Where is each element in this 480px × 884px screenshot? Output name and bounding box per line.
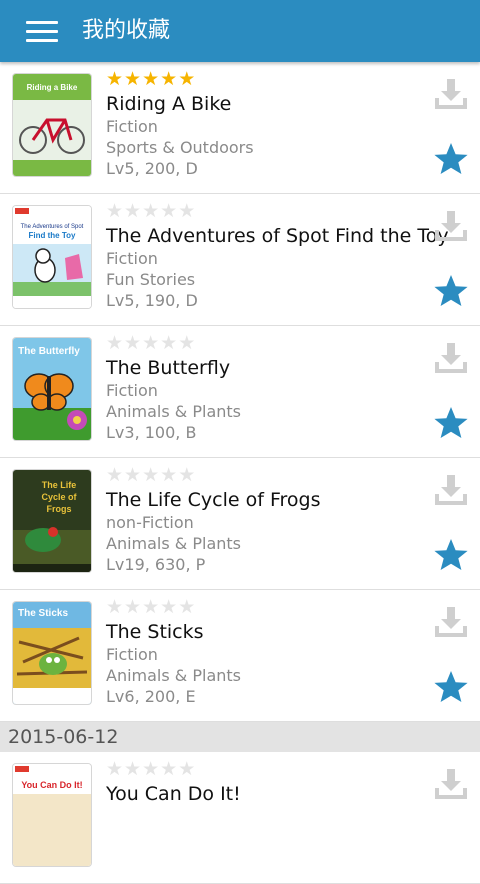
book-level: Lv5, 190, D — [106, 291, 198, 310]
book-genre: non-Fiction — [106, 513, 194, 532]
app-header: 我的收藏 — [0, 0, 480, 62]
svg-text:Cycle of: Cycle of — [41, 492, 77, 502]
download-icon[interactable] — [433, 766, 469, 802]
star-empty-icon[interactable]: ★ — [142, 758, 159, 780]
star-empty-icon[interactable]: ★ — [124, 464, 141, 486]
cover-title: Riding a Bike — [27, 83, 78, 92]
star-empty-icon[interactable]: ★ — [106, 332, 123, 354]
page-title: 我的收藏 — [82, 18, 171, 43]
star-empty-icon[interactable]: ★ — [142, 464, 159, 486]
book-title: The Life Cycle of Frogs — [106, 489, 321, 511]
star-empty-icon[interactable]: ★ — [124, 200, 141, 222]
book-level: Lv19, 630, P — [106, 555, 206, 574]
svg-text:Find the Toy: Find the Toy — [29, 231, 77, 240]
list-item[interactable]: Riding a Bike ★★★★★ Riding A Bike Fictio… — [0, 62, 480, 194]
rating-stars[interactable]: ★★★★★ — [106, 200, 196, 222]
favorite-star-icon[interactable] — [433, 538, 469, 572]
book-level: Lv5, 200, D — [106, 159, 198, 178]
svg-text:The Sticks: The Sticks — [18, 608, 68, 619]
rating-stars[interactable]: ★★★★★ — [106, 596, 196, 618]
download-icon[interactable] — [433, 208, 469, 244]
star-empty-icon[interactable]: ★ — [160, 200, 177, 222]
book-cover[interactable]: The Life Cycle of Frogs — [13, 470, 91, 572]
book-title: The Adventures of Spot Find the Toy — [106, 225, 449, 247]
date-separator: 2015-06-12 — [0, 722, 480, 752]
star-empty-icon[interactable]: ★ — [160, 596, 177, 618]
star-empty-icon[interactable]: ★ — [106, 758, 123, 780]
download-icon[interactable] — [433, 76, 469, 112]
list-item[interactable]: The Life Cycle of Frogs ★★★★★ The Life C… — [0, 458, 480, 590]
list-item[interactable]: The Butterfly ★★★★★ The Butterfly Fictio… — [0, 326, 480, 458]
favorites-list: Riding a Bike ★★★★★ Riding A Bike Fictio… — [0, 62, 480, 884]
star-empty-icon[interactable]: ★ — [142, 200, 159, 222]
favorite-star-icon[interactable] — [433, 142, 469, 176]
rating-stars[interactable]: ★★★★★ — [106, 68, 196, 90]
star-empty-icon[interactable]: ★ — [124, 596, 141, 618]
star-filled-icon[interactable]: ★ — [124, 68, 141, 90]
star-empty-icon[interactable]: ★ — [106, 596, 123, 618]
svg-text:Frogs: Frogs — [46, 504, 71, 514]
book-cover[interactable]: Riding a Bike — [13, 74, 91, 176]
star-empty-icon[interactable]: ★ — [106, 200, 123, 222]
star-empty-icon[interactable]: ★ — [124, 758, 141, 780]
favorite-star-icon[interactable] — [433, 670, 469, 704]
svg-text:The Butterfly: The Butterfly — [18, 346, 80, 357]
rating-stars[interactable]: ★★★★★ — [106, 332, 196, 354]
favorite-star-icon[interactable] — [433, 406, 469, 440]
book-category: Animals & Plants — [106, 534, 241, 553]
star-filled-icon[interactable]: ★ — [178, 68, 195, 90]
book-title: The Sticks — [106, 621, 204, 643]
book-genre: Fiction — [106, 117, 158, 136]
download-icon[interactable] — [433, 604, 469, 640]
book-title: Riding A Bike — [106, 93, 232, 115]
book-cover[interactable]: You Can Do It! — [13, 764, 91, 866]
svg-text:The Adventures of Spot: The Adventures of Spot — [21, 224, 84, 230]
star-empty-icon[interactable]: ★ — [160, 464, 177, 486]
rating-stars[interactable]: ★★★★★ — [106, 464, 196, 486]
star-empty-icon[interactable]: ★ — [160, 332, 177, 354]
star-empty-icon[interactable]: ★ — [178, 332, 195, 354]
list-item[interactable]: The Adventures of Spot Find the Toy ★★★★… — [0, 194, 480, 326]
list-item[interactable]: You Can Do It! ★★★★★ You Can Do It! — [0, 752, 480, 884]
star-empty-icon[interactable]: ★ — [160, 758, 177, 780]
book-level: Lv3, 100, B — [106, 423, 197, 442]
svg-text:You Can Do It!: You Can Do It! — [21, 780, 82, 790]
book-genre: Fiction — [106, 645, 158, 664]
book-cover[interactable]: The Butterfly — [13, 338, 91, 440]
star-filled-icon[interactable]: ★ — [106, 68, 123, 90]
favorite-star-icon[interactable] — [433, 274, 469, 308]
star-empty-icon[interactable]: ★ — [178, 758, 195, 780]
download-icon[interactable] — [433, 472, 469, 508]
download-icon[interactable] — [433, 340, 469, 376]
book-title: The Butterfly — [106, 357, 231, 379]
star-empty-icon[interactable]: ★ — [178, 464, 195, 486]
star-empty-icon[interactable]: ★ — [178, 596, 195, 618]
book-title: You Can Do It! — [106, 783, 241, 805]
star-empty-icon[interactable]: ★ — [142, 332, 159, 354]
star-empty-icon[interactable]: ★ — [106, 464, 123, 486]
book-genre: Fiction — [106, 249, 158, 268]
menu-icon[interactable] — [26, 21, 58, 43]
star-filled-icon[interactable]: ★ — [160, 68, 177, 90]
book-category: Sports & Outdoors — [106, 138, 254, 157]
book-category: Animals & Plants — [106, 402, 241, 421]
book-cover[interactable]: The Adventures of Spot Find the Toy — [13, 206, 91, 308]
book-genre: Fiction — [106, 381, 158, 400]
star-empty-icon[interactable]: ★ — [178, 200, 195, 222]
book-level: Lv6, 200, E — [106, 687, 196, 706]
rating-stars[interactable]: ★★★★★ — [106, 758, 196, 780]
star-empty-icon[interactable]: ★ — [142, 596, 159, 618]
star-filled-icon[interactable]: ★ — [142, 68, 159, 90]
svg-text:The Life: The Life — [42, 480, 77, 490]
star-empty-icon[interactable]: ★ — [124, 332, 141, 354]
book-category: Fun Stories — [106, 270, 196, 289]
book-cover[interactable]: The Sticks — [13, 602, 91, 704]
book-category: Animals & Plants — [106, 666, 241, 685]
list-item[interactable]: The Sticks ★★★★★ The Sticks Fiction Anim… — [0, 590, 480, 722]
